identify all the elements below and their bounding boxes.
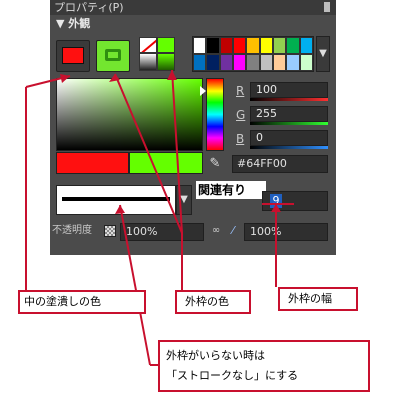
no-stroke-arrow-line xyxy=(119,204,151,366)
stroke-color-arrow-line xyxy=(114,73,183,234)
width-arrowhead xyxy=(271,204,281,212)
no-stroke-callout-line1: 外枠がいらない時は xyxy=(166,349,265,362)
stroke-color-callout: 外枠の色 xyxy=(175,290,251,314)
fill-color-callout: 中の塗潰しの色 xyxy=(18,290,146,314)
no-stroke-arrowhead xyxy=(115,205,125,214)
no-stroke-callout: 外枠がいらない時は 「ストロークなし」にする xyxy=(158,340,370,392)
swatch-arrow-line xyxy=(171,69,183,234)
no-stroke-callout-line2: 「ストロークなし」にする xyxy=(166,369,299,382)
swatch-arrowhead xyxy=(167,70,177,80)
stroke-width-callout: 外枠の幅 xyxy=(278,287,358,311)
